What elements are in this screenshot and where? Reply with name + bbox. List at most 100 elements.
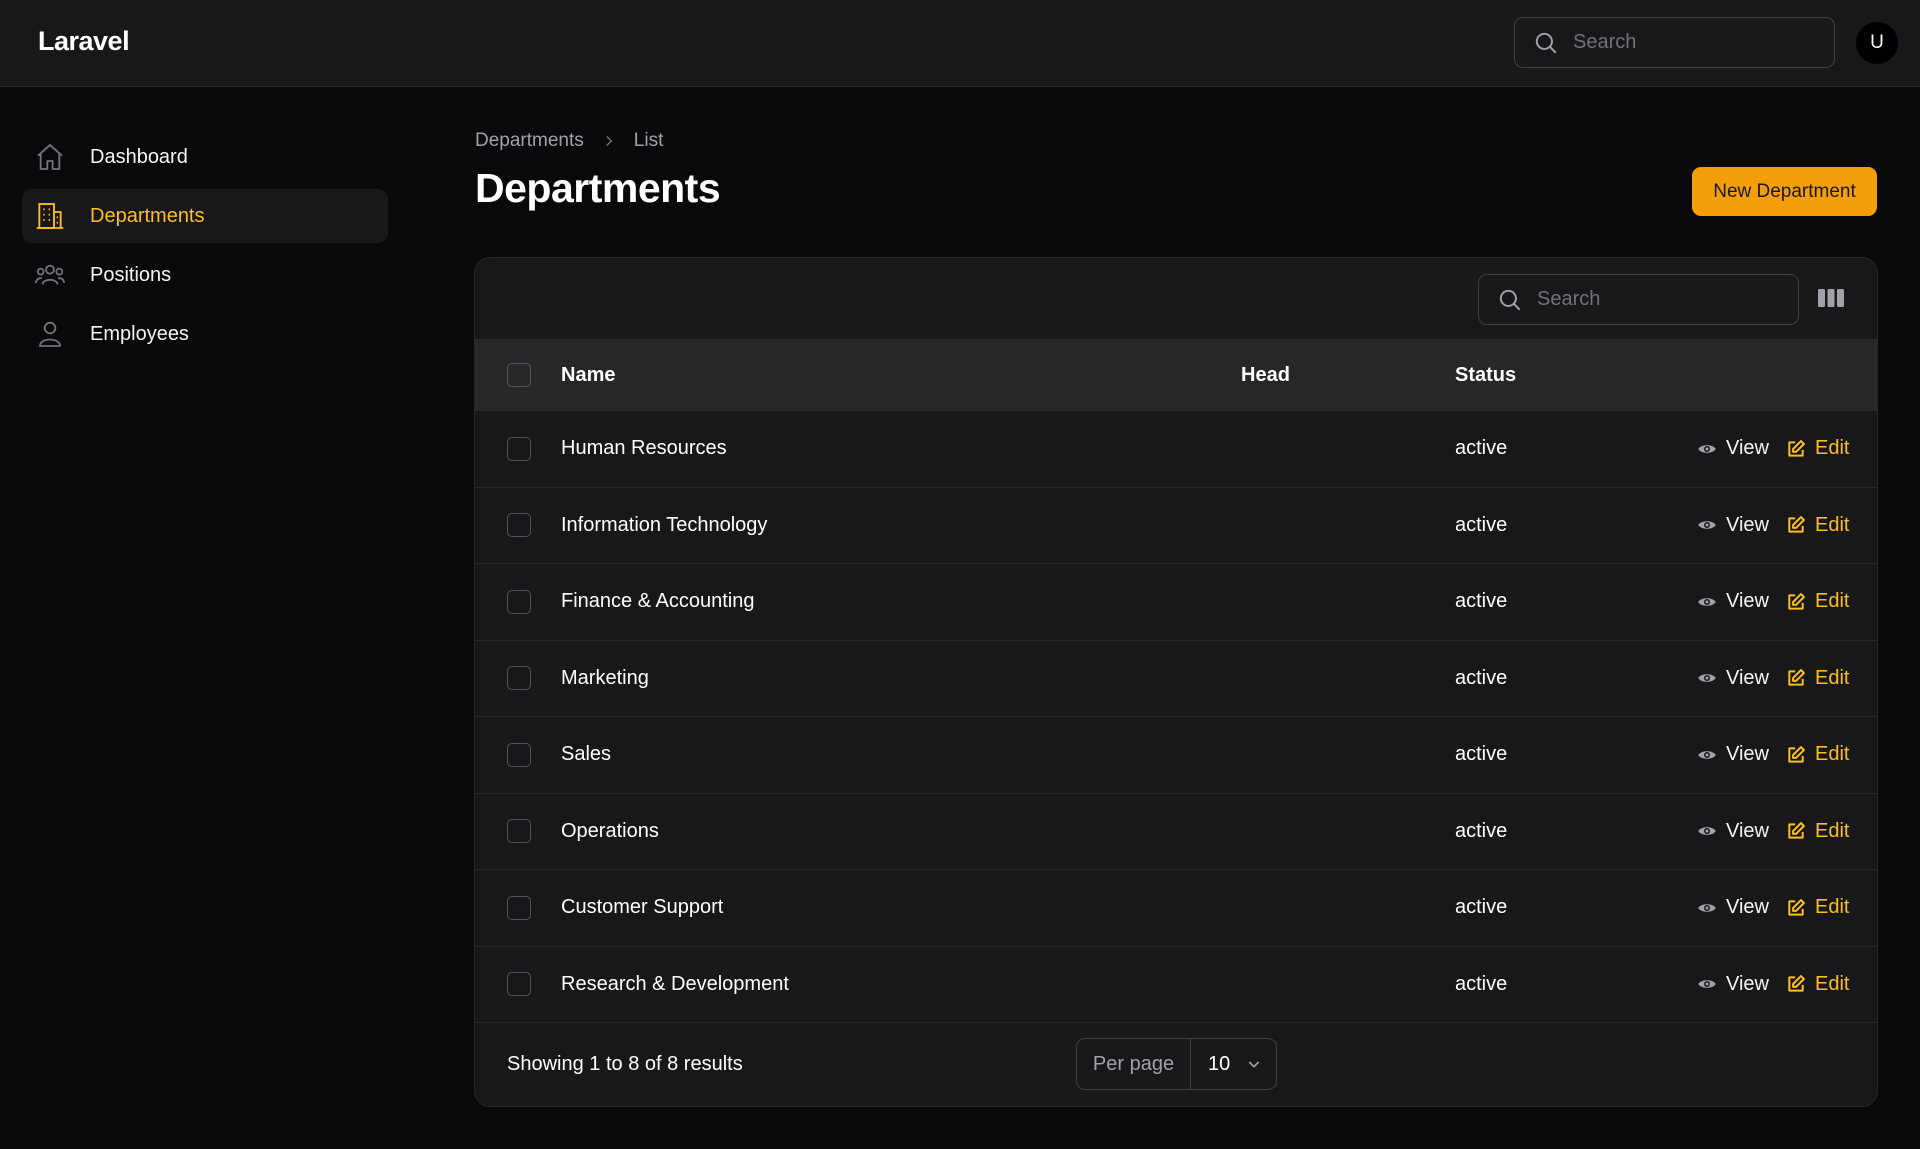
table-row[interactable]: Human Resources active View Edit — [475, 411, 1877, 488]
home-icon — [37, 144, 63, 170]
per-page-value: 10 — [1208, 1052, 1231, 1075]
brand-logo[interactable]: Laravel — [38, 26, 130, 57]
user-group-icon — [35, 264, 65, 285]
breadcrumb-departments-link[interactable]: Departments — [475, 130, 584, 152]
table-row[interactable]: Marketing active View Edit — [475, 641, 1877, 717]
table-row[interactable]: Sales active View Edit — [475, 717, 1877, 794]
edit-icon — [1788, 975, 1805, 992]
sidebar-item-dashboard[interactable]: Dashboard — [22, 130, 388, 184]
eye-icon — [1698, 980, 1716, 988]
view-button[interactable]: View — [1697, 743, 1769, 766]
view-button[interactable]: View — [1697, 667, 1769, 690]
eye-icon — [1698, 445, 1716, 453]
cell-name: Research & Development — [561, 972, 789, 995]
table-search[interactable] — [1478, 274, 1799, 325]
eye-icon — [1698, 521, 1716, 529]
cell-status: active — [1455, 513, 1508, 536]
edit-button[interactable]: Edit — [1786, 820, 1849, 843]
chevron-right-icon — [605, 135, 613, 147]
user-icon — [39, 321, 61, 347]
view-button[interactable]: View — [1697, 820, 1769, 843]
view-button[interactable]: View — [1697, 896, 1769, 919]
building-icon — [36, 203, 64, 229]
cell-name: Marketing — [561, 666, 649, 689]
sidebar-item-label: Dashboard — [90, 145, 188, 168]
column-header-head[interactable]: Head — [1241, 364, 1290, 387]
view-button[interactable]: View — [1697, 437, 1769, 460]
breadcrumb-current: List — [633, 130, 664, 151]
top-bar: Laravel U — [0, 0, 1920, 87]
edit-icon — [1788, 822, 1805, 839]
view-button[interactable]: View — [1697, 514, 1769, 537]
cell-name: Human Resources — [561, 437, 727, 460]
results-summary: Showing 1 to 8 of 8 results — [507, 1052, 743, 1075]
breadcrumb: Departments List — [475, 130, 663, 152]
select-all-checkbox[interactable] — [507, 363, 531, 387]
view-label: View — [1726, 972, 1769, 995]
edit-button[interactable]: Edit — [1786, 973, 1849, 996]
sidebar-item-employees[interactable]: Employees — [22, 307, 388, 361]
row-checkbox[interactable] — [507, 819, 531, 844]
table-footer: Showing 1 to 8 of 8 results Per page 10 — [475, 1023, 1877, 1105]
table-row[interactable]: Information Technology active View Edit — [475, 488, 1877, 564]
sidebar-item-label: Employees — [90, 322, 189, 345]
edit-button[interactable]: Edit — [1786, 667, 1849, 690]
page-title: Departments — [475, 165, 721, 211]
view-label: View — [1726, 513, 1769, 536]
view-button[interactable]: View — [1697, 590, 1769, 613]
row-checkbox[interactable] — [507, 972, 531, 997]
view-label: View — [1726, 743, 1769, 766]
chevron-down-icon — [1248, 1061, 1260, 1068]
edit-icon — [1788, 669, 1805, 686]
cell-name: Information Technology — [561, 513, 768, 536]
cell-name: Sales — [561, 743, 612, 766]
cell-status: active — [1455, 972, 1508, 995]
cell-name: Operations — [561, 819, 659, 842]
edit-icon — [1788, 898, 1805, 916]
row-checkbox[interactable] — [507, 666, 531, 691]
table-row[interactable]: Operations active View Edit — [475, 794, 1877, 870]
global-search[interactable] — [1514, 17, 1835, 68]
per-page-select[interactable]: 10 — [1191, 1039, 1276, 1089]
edit-icon — [1788, 439, 1805, 457]
eye-icon — [1698, 674, 1716, 682]
view-label: View — [1726, 437, 1769, 460]
cell-status: active — [1455, 743, 1508, 766]
eye-icon — [1698, 827, 1716, 835]
eye-icon — [1698, 751, 1716, 759]
sidebar-item-departments[interactable]: Departments — [22, 189, 388, 243]
cell-name: Customer Support — [561, 896, 724, 919]
cell-status: active — [1455, 590, 1508, 613]
avatar[interactable]: U — [1856, 22, 1898, 64]
edit-label: Edit — [1815, 896, 1850, 919]
search-icon — [1499, 289, 1521, 310]
view-button[interactable]: View — [1697, 973, 1769, 996]
table-row[interactable]: Finance & Accounting active View Edit — [475, 564, 1877, 641]
table-search-input[interactable] — [1537, 288, 1777, 311]
view-label: View — [1726, 590, 1769, 613]
sidebar-item-positions[interactable]: Positions — [22, 248, 388, 302]
column-header-status[interactable]: Status — [1455, 364, 1516, 387]
eye-icon — [1698, 598, 1716, 606]
edit-button[interactable]: Edit — [1786, 896, 1849, 919]
row-checkbox[interactable] — [507, 589, 531, 614]
sidebar-item-label: Positions — [90, 263, 172, 286]
table-row[interactable]: Customer Support active View Edit — [475, 870, 1877, 947]
eye-icon — [1698, 904, 1716, 912]
row-checkbox[interactable] — [507, 895, 531, 920]
global-search-input[interactable] — [1573, 31, 1813, 54]
edit-button[interactable]: Edit — [1786, 437, 1849, 460]
edit-button[interactable]: Edit — [1786, 514, 1849, 537]
edit-button[interactable]: Edit — [1786, 590, 1849, 613]
row-checkbox[interactable] — [507, 436, 531, 461]
edit-button[interactable]: Edit — [1786, 743, 1849, 766]
column-header-name[interactable]: Name — [561, 364, 615, 387]
table-row[interactable]: Research & Development active View Edit — [475, 947, 1877, 1023]
row-checkbox[interactable] — [507, 513, 531, 538]
table-body: Human Resources active View Edit Informa… — [475, 411, 1877, 1023]
view-label: View — [1726, 819, 1769, 842]
cell-status: active — [1455, 896, 1508, 919]
columns-toggle-icon[interactable] — [1817, 286, 1845, 310]
row-checkbox[interactable] — [507, 742, 531, 767]
new-department-button[interactable]: New Department — [1692, 167, 1877, 216]
